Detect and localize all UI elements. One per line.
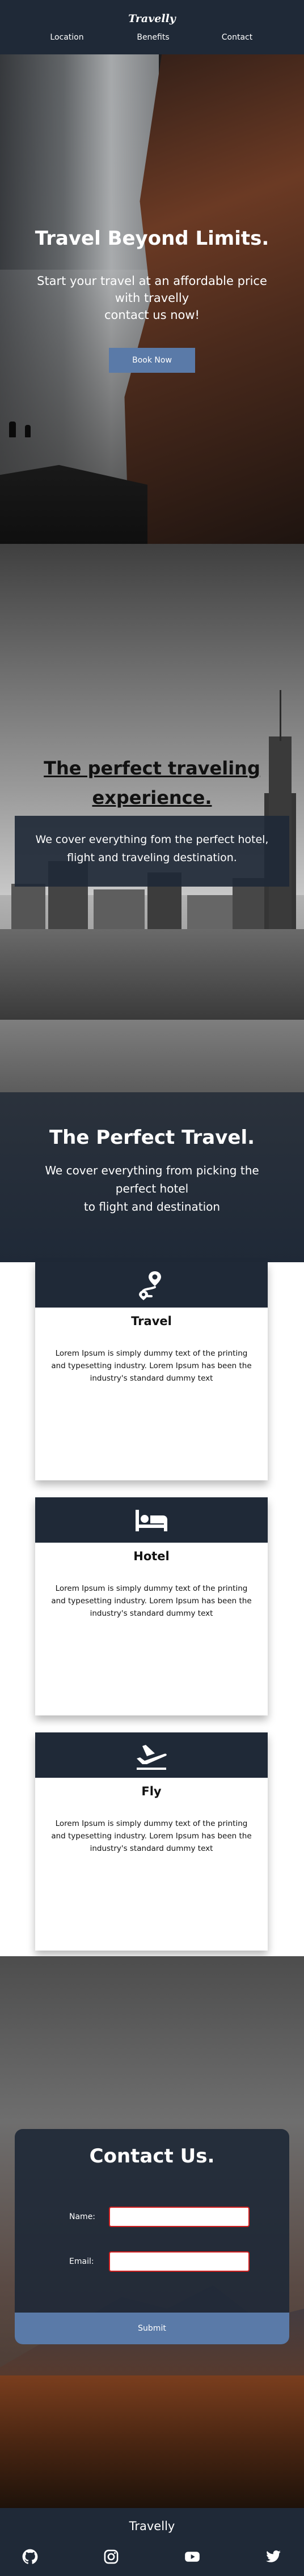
nav-benefits[interactable]: Benefits (119, 33, 187, 42)
youtube-icon[interactable] (184, 2549, 200, 2565)
contact-section: Contact Us. Name: Email: Submit (0, 1956, 304, 2508)
name-input[interactable] (109, 2207, 250, 2227)
card-text: Lorem Ipsum is simply dummy text of the … (51, 1819, 252, 1853)
hero-title: Travel Beyond Limits. (35, 227, 269, 250)
experience-text-line: We cover everything fom the perfect hote… (35, 833, 269, 846)
experience-title-line: The perfect traveling (44, 757, 260, 779)
card-header (35, 1732, 268, 1778)
instagram-icon[interactable] (103, 2549, 119, 2565)
email-input[interactable] (109, 2251, 250, 2272)
experience-title-line: experience. (92, 787, 212, 808)
perfect-travel-section: The Perfect Travel. We cover everything … (0, 1092, 304, 1262)
bed-icon (136, 1510, 167, 1531)
book-now-button[interactable]: Book Now (109, 348, 195, 373)
perfect-travel-text-line: perfect hotel (115, 1182, 189, 1195)
nav-contact[interactable]: Contact (203, 33, 271, 42)
card-fly: Fly Lorem Ipsum is simply dummy text of … (35, 1732, 268, 1951)
main-nav: Location Benefits Contact (0, 33, 304, 45)
city-lowrise (0, 929, 304, 1020)
brand-logo[interactable]: Travelly (0, 12, 304, 25)
route-pin-icon (139, 1271, 161, 1300)
email-label: Email: (69, 2257, 94, 2266)
card-travel: Travel Lorem Ipsum is simply dummy text … (35, 1262, 268, 1480)
perfect-travel-title: The Perfect Travel. (49, 1126, 255, 1149)
perfect-travel-text-line: We cover everything from picking the (45, 1164, 259, 1177)
hero-subtitle: Start your travel at an affordable price… (16, 272, 288, 323)
hero-subtitle-line: with travelly (115, 291, 189, 305)
experience-title: The perfect traveling experience. (23, 753, 281, 812)
submit-button[interactable]: Submit (15, 2313, 289, 2344)
experience-section: The perfect traveling experience. We cov… (0, 544, 304, 1092)
card-title: Fly (141, 1785, 162, 1798)
perfect-travel-text-line: to flight and destination (83, 1200, 221, 1214)
experience-text-box: We cover everything fom the perfect hote… (15, 816, 289, 887)
site-header: Travelly Location Benefits Contact (0, 0, 304, 54)
skyscraper-spire (280, 690, 281, 741)
github-icon[interactable] (22, 2549, 38, 2565)
name-label: Name: (69, 2212, 96, 2221)
card-text: Lorem Ipsum is simply dummy text of the … (51, 1584, 252, 1618)
airplane-icon (137, 1745, 167, 1770)
city-waterfront (0, 1020, 304, 1092)
hero-person-silhouette (9, 421, 16, 437)
site-footer: Travelly (0, 2508, 304, 2576)
benefits-cards: Travel Lorem Ipsum is simply dummy text … (0, 1262, 304, 1956)
hero-subtitle-line: Start your travel at an affordable price (37, 274, 267, 288)
contact-foreground (0, 2375, 304, 2508)
experience-text: We cover everything fom the perfect hote… (20, 831, 284, 867)
experience-text-line: flight and traveling destination. (67, 851, 237, 864)
card-header (35, 1497, 268, 1543)
hero-section: Travel Beyond Limits. Start your travel … (0, 54, 304, 544)
contact-title: Contact Us. (89, 2145, 215, 2168)
hero-subtitle-line: contact us now! (104, 308, 200, 322)
card-header (35, 1262, 268, 1308)
footer-brand: Travelly (129, 2519, 175, 2533)
card-title: Hotel (133, 1549, 170, 1563)
hero-person-silhouette (25, 425, 31, 437)
card-text: Lorem Ipsum is simply dummy text of the … (51, 1349, 252, 1383)
contact-form: Contact Us. Name: Email: Submit (15, 2129, 289, 2344)
perfect-travel-text: We cover everything from picking the per… (22, 1161, 282, 1216)
nav-location[interactable]: Location (33, 33, 101, 42)
twitter-icon[interactable] (265, 2549, 281, 2565)
card-hotel: Hotel Lorem Ipsum is simply dummy text o… (35, 1497, 268, 1715)
card-title: Travel (131, 1314, 172, 1328)
